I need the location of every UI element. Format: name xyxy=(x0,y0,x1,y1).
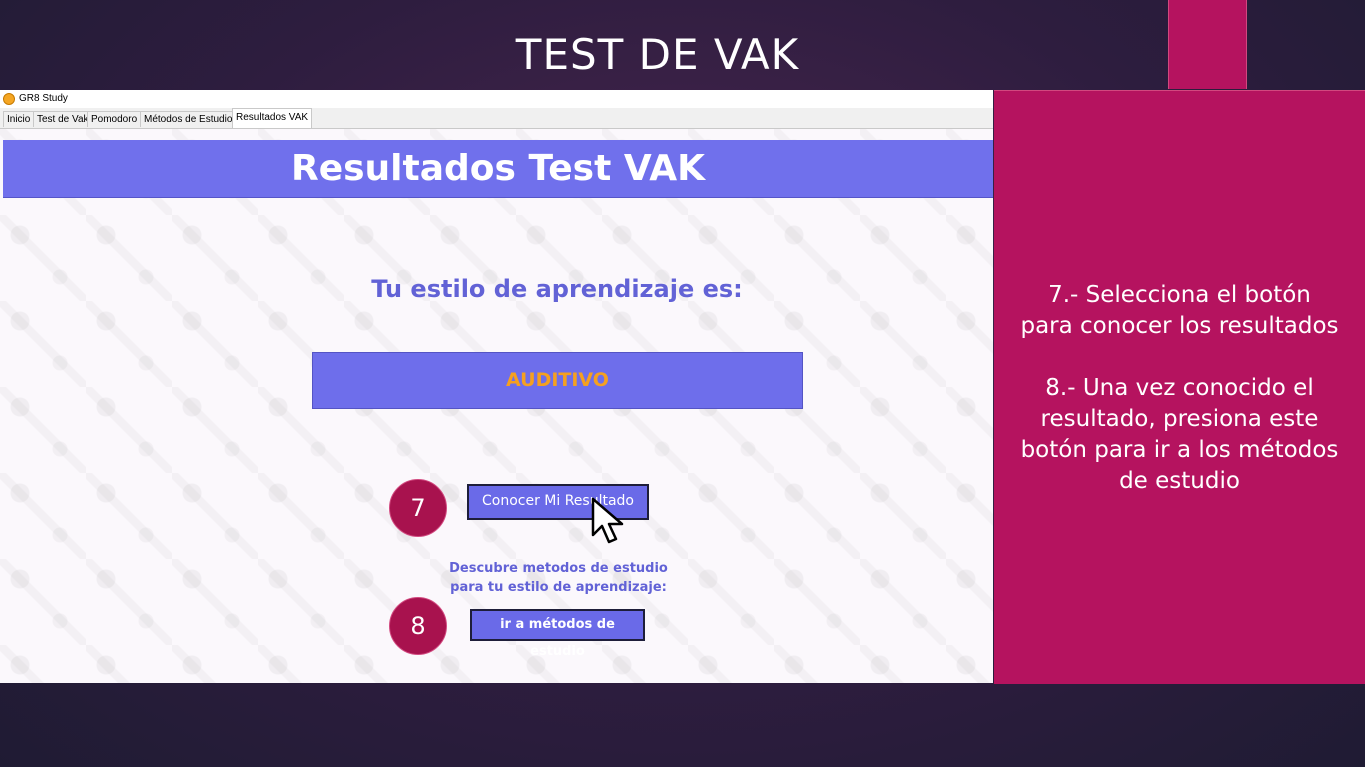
result-value: AUDITIVO xyxy=(506,369,609,391)
discover-line-1: Descubre metodos de estudio xyxy=(449,561,668,576)
arrow-cursor-icon xyxy=(591,497,624,544)
discover-line-2: para tu estilo de aprendizaje: xyxy=(450,580,667,595)
step7-line-1: 7.- Selecciona el botón xyxy=(1048,282,1311,308)
ir-metodos-estudio-button[interactable]: ir a métodos de estudio xyxy=(470,609,645,659)
app-icon xyxy=(3,93,15,105)
step8-line-2: resultado, presiona este xyxy=(1040,406,1319,432)
result-display: AUDITIVO xyxy=(312,352,803,409)
tab-inicio[interactable]: Inicio xyxy=(3,111,35,127)
instructions-text: 7.- Selecciona el botón para conocer los… xyxy=(994,280,1365,497)
step7-line-2: para conocer los resultados xyxy=(1020,313,1339,339)
app-window: GR8 Study Inicio Test de Vak Pomodoro Mé… xyxy=(0,90,993,683)
slide-title: TEST DE VAK xyxy=(515,30,800,79)
step8-line-3: botón para ir a los métodos xyxy=(1020,437,1339,463)
instructions-panel: 7.- Selecciona el botón para conocer los… xyxy=(994,90,1365,684)
window-title: GR8 Study xyxy=(19,93,68,104)
tab-resultados-vak[interactable]: Resultados VAK xyxy=(232,108,313,128)
window-titlebar: GR8 Study xyxy=(0,90,993,108)
step-7-badge: 7 xyxy=(389,479,447,537)
tab-test-de-vak[interactable]: Test de Vak xyxy=(33,111,93,127)
tab-metodos-de-estudio[interactable]: Métodos de Estudio xyxy=(140,111,237,127)
page-title: Resultados Test VAK xyxy=(290,148,706,189)
results-panel: Resultados Test VAK Tu estilo de aprendi… xyxy=(0,129,993,683)
step-8-badge: 8 xyxy=(389,597,447,655)
tab-bar: Inicio Test de Vak Pomodoro Métodos de E… xyxy=(0,108,993,129)
step8-line-1: 8.- Una vez conocido el xyxy=(1045,375,1314,401)
tab-pomodoro[interactable]: Pomodoro xyxy=(87,111,142,127)
learning-style-label: Tu estilo de aprendizaje es: xyxy=(371,275,743,303)
step8-line-4: de estudio xyxy=(1119,468,1240,494)
header-banner: Resultados Test VAK xyxy=(3,140,993,198)
discover-methods-text: Descubre metodos de estudio para tu esti… xyxy=(440,559,677,597)
